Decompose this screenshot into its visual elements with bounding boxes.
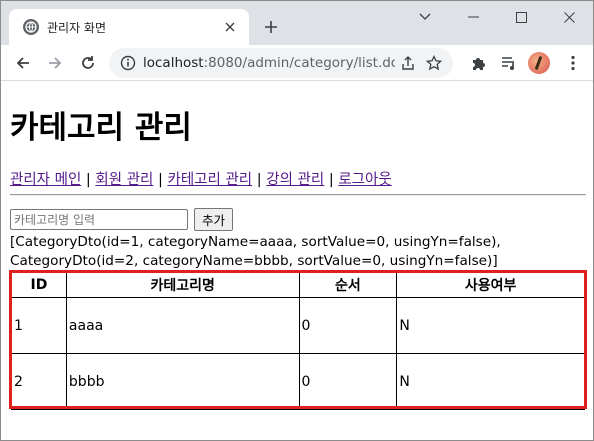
avatar [528,52,550,74]
share-icon[interactable] [395,50,421,76]
new-tab-button[interactable] [259,15,283,39]
close-tab-icon[interactable] [221,18,239,36]
nav-separator: | [256,172,262,188]
nav-separator: | [85,172,91,188]
reload-icon[interactable] [76,51,100,75]
address-bar[interactable]: localhost:8080/admin/category/list.do [109,48,453,78]
globe-icon [23,19,39,35]
browser-toolbar: localhost:8080/admin/category/list.do [1,45,593,81]
back-arrow-icon[interactable] [11,51,35,75]
nav-link-course[interactable]: 강의 관리 [266,172,324,188]
nav-separator: | [328,172,334,188]
nav-separator: | [158,172,163,188]
extensions-puzzle-icon[interactable] [467,51,491,75]
nav-link-category[interactable]: 카테고리 관리 [168,172,253,188]
tab-search-icon[interactable] [401,1,449,33]
browser-window: 관리자 화면 localhost:8080/admin/category/lis… [0,0,594,441]
media-queue-icon[interactable] [497,51,521,75]
nav-link-logout[interactable]: 로그아웃 [338,172,391,188]
add-category-form: 추가 [10,208,234,231]
nav-link-member[interactable]: 회원 관리 [95,172,153,188]
divider [10,194,586,196]
more-menu-icon[interactable] [561,51,585,75]
page-title: 카테고리 관리 [10,110,192,146]
url-text: localhost:8080/admin/category/list.do [143,55,395,71]
admin-nav: 관리자 메인 | 회원 관리 | 카테고리 관리 | 강의 관리 | 로그아웃 [10,168,392,189]
url-path: :8080/admin/category/list.do [203,55,395,71]
window-controls [401,1,593,33]
category-name-input[interactable] [10,209,188,230]
highlight-box [9,270,587,409]
add-button[interactable]: 추가 [194,208,234,231]
maximize-icon[interactable] [497,1,545,33]
category-dto-output: [CategoryDto(id=1, categoryName=aaaa, so… [10,234,501,269]
bookmark-star-icon[interactable] [421,50,447,76]
profile-avatar[interactable] [527,51,551,75]
minimize-icon[interactable] [449,1,497,33]
browser-tab[interactable]: 관리자 화면 [9,9,249,45]
forward-arrow-icon[interactable] [43,51,67,75]
page-content: 카테고리 관리 관리자 메인 | 회원 관리 | 카테고리 관리 | 강의 관리… [1,82,593,440]
nav-link-admin-main[interactable]: 관리자 메인 [10,172,81,188]
site-info-icon[interactable] [113,55,143,71]
close-window-icon[interactable] [545,1,593,33]
tab-title: 관리자 화면 [47,20,107,35]
tab-strip: 관리자 화면 [1,1,593,45]
url-host: localhost [143,55,204,71]
